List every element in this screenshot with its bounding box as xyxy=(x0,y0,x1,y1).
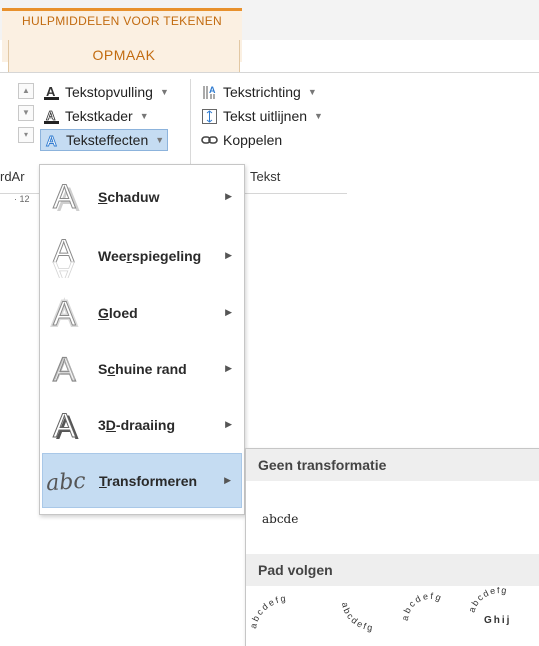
gallery-more[interactable]: ▾ xyxy=(18,127,34,143)
left-group-label: rdAr xyxy=(0,169,25,184)
chevron-down-icon: ▼ xyxy=(159,87,169,97)
chevron-down-icon: ▼ xyxy=(155,135,165,145)
submenu-arrow-icon: ▶ xyxy=(224,475,231,485)
svg-text:A: A xyxy=(46,133,57,149)
svg-text:A: A xyxy=(53,255,75,278)
glow-a-icon: AA xyxy=(42,293,92,333)
text-effects-label: Teksteffecten xyxy=(66,132,149,148)
menu-item-label: Schuine rand xyxy=(98,360,187,377)
svg-text:A: A xyxy=(46,108,56,123)
svg-text:abc: abc xyxy=(46,468,86,495)
ruler-fragment: · 12 xyxy=(14,194,30,204)
svg-text:abcdefg: abcdefg xyxy=(468,587,509,614)
svg-text:A: A xyxy=(46,84,56,99)
shadow-a-icon: AA xyxy=(42,177,92,217)
svg-text:abcdefg: abcdefg xyxy=(250,593,288,629)
bevel-a-icon: AA xyxy=(42,349,92,389)
text-direction-button[interactable]: A Tekstrichting ▼ xyxy=(198,81,320,103)
gallery-scroll-up[interactable]: ▲ xyxy=(18,83,34,99)
section-no-transform: Geen transformatie xyxy=(246,449,539,481)
gallery-scroll-down[interactable]: ▼ xyxy=(18,105,34,121)
menu-item-glow[interactable]: AA Gloed ▶ xyxy=(42,285,242,340)
align-text-label: Tekst uitlijnen xyxy=(223,108,308,124)
text-direction-label: Tekstrichting xyxy=(223,84,301,100)
text-fill-button[interactable]: A Tekstopvulling ▼ xyxy=(40,81,172,103)
ribbon-empty-area xyxy=(347,73,539,195)
submenu-arrow-icon: ▶ xyxy=(225,307,232,317)
text-outline-button[interactable]: A Tekstkader ▼ xyxy=(40,105,152,127)
transform-submenu: Geen transformatie abcde Pad volgen abcd… xyxy=(245,448,539,646)
svg-text:abcdefg: abcdefg xyxy=(400,591,444,622)
submenu-arrow-icon: ▶ xyxy=(225,191,232,201)
menu-item-label: 3D-draaiing xyxy=(98,416,176,433)
svg-text:A: A xyxy=(53,407,76,445)
svg-text:Ghij: Ghij xyxy=(484,615,511,626)
menu-item-label: Schaduw xyxy=(98,188,160,205)
svg-text:A: A xyxy=(55,353,75,386)
submenu-arrow-icon: ▶ xyxy=(225,250,232,260)
link-button[interactable]: Koppelen xyxy=(198,129,285,151)
arc-up-option[interactable]: abcdefg xyxy=(250,587,334,646)
menu-item-reflection[interactable]: AA Weerspiegeling ▶ xyxy=(42,228,242,283)
text-outline-label: Tekstkader xyxy=(65,108,133,124)
align-text-button[interactable]: Tekst uitlijnen ▼ xyxy=(198,105,326,127)
menu-item-shadow[interactable]: AA Schaduw ▶ xyxy=(42,169,242,224)
transform-abc-icon: abc xyxy=(43,466,93,495)
3d-rotation-a-icon: AA xyxy=(42,405,92,445)
svg-text:A: A xyxy=(53,295,76,333)
tab-opmaak[interactable]: OPMAAK xyxy=(8,40,240,72)
link-label: Koppelen xyxy=(223,132,283,148)
menu-item-label: Weerspiegeling xyxy=(98,247,202,264)
svg-text:A: A xyxy=(209,85,216,95)
text-effects-icon: A xyxy=(44,132,61,149)
svg-text:A: A xyxy=(53,178,76,216)
text-fill-label: Tekstopvulling xyxy=(65,84,153,100)
chevron-down-icon: ▼ xyxy=(314,111,323,121)
menu-item-label: Transformeren xyxy=(99,472,198,489)
no-transform-option[interactable]: abcde xyxy=(262,512,298,526)
text-outline-icon: A xyxy=(43,108,60,125)
submenu-arrow-icon: ▶ xyxy=(225,419,232,429)
text-effects-menu: AA Schaduw ▶ AA Weerspiegeling ▶ AA Gloe… xyxy=(39,164,245,515)
text-direction-icon: A xyxy=(201,84,218,101)
link-icon xyxy=(201,132,218,149)
text-effects-button[interactable]: A Teksteffecten ▼ xyxy=(40,129,169,151)
menu-item-3d-rotation[interactable]: AA 3D-draaiing ▶ xyxy=(42,397,242,452)
menu-item-label: Gloed xyxy=(98,304,138,321)
context-group-title: HULPMIDDELEN VOOR TEKENEN xyxy=(22,14,222,28)
chevron-down-icon: ▼ xyxy=(139,111,149,121)
text-group-label: Tekst xyxy=(250,169,281,184)
reflection-a-icon: AA xyxy=(42,234,92,278)
menu-item-transform[interactable]: abc Transformeren ▶ xyxy=(42,453,242,508)
submenu-arrow-icon: ▶ xyxy=(225,363,232,373)
text-fill-icon: A xyxy=(43,84,60,101)
svg-text:abcdefg: abcdefg xyxy=(340,601,375,633)
button-option[interactable]: abcdefg Ghij xyxy=(468,587,538,646)
circle-option[interactable]: abcdefg xyxy=(400,587,470,646)
chevron-down-icon: ▼ xyxy=(307,87,317,97)
section-follow-path: Pad volgen xyxy=(246,554,539,586)
menu-item-bevel[interactable]: AA Schuine rand ▶ xyxy=(42,341,242,396)
align-text-icon xyxy=(201,108,218,125)
